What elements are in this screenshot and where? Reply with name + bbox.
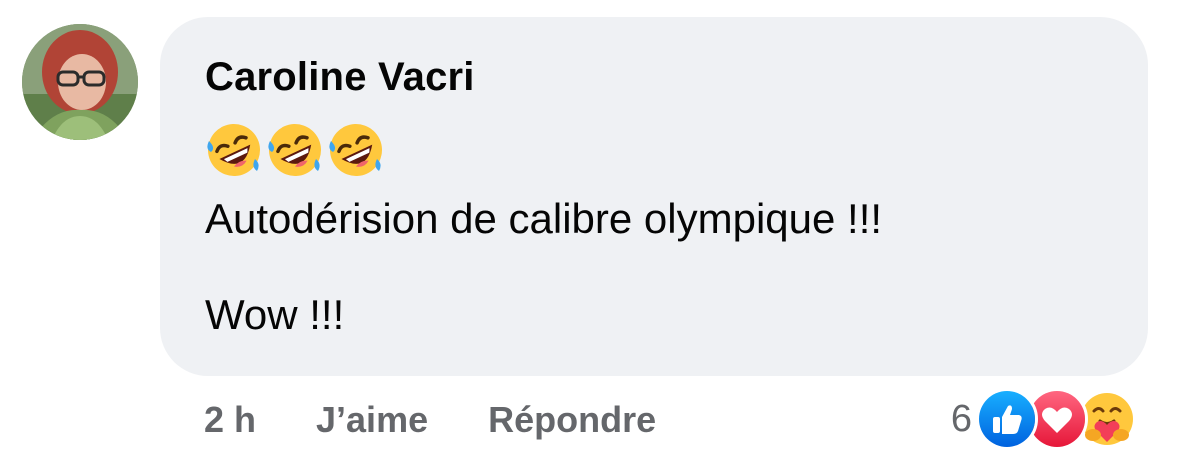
comment-text-line: Autodérision de calibre olympique !!!: [205, 195, 883, 242]
reactions-summary[interactable]: 6: [951, 386, 1138, 452]
comment: Caroline Vacri Autodérision de calibre o…: [0, 0, 1200, 473]
comment-text-line: Wow !!!: [205, 291, 345, 338]
rolling-on-floor-laughing-icon: [207, 124, 260, 176]
avatar-photo: [22, 24, 138, 140]
timestamp-link[interactable]: 2 h: [204, 399, 256, 441]
like-button[interactable]: J’aime: [316, 399, 428, 441]
rolling-on-floor-laughing-icon: [329, 124, 382, 176]
avatar[interactable]: [22, 24, 138, 140]
rolling-on-floor-laughing-icon: [268, 124, 321, 176]
comment-bubble: Caroline Vacri Autodérision de calibre o…: [160, 17, 1148, 376]
reaction-count: 6: [950, 397, 972, 440]
author-name[interactable]: Caroline Vacri: [205, 55, 475, 100]
like-icon: [976, 388, 1038, 450]
emoji-row: [205, 121, 385, 179]
reply-button[interactable]: Répondre: [488, 399, 656, 441]
comment-actions: 2 h J’aime Répondre: [204, 399, 656, 441]
